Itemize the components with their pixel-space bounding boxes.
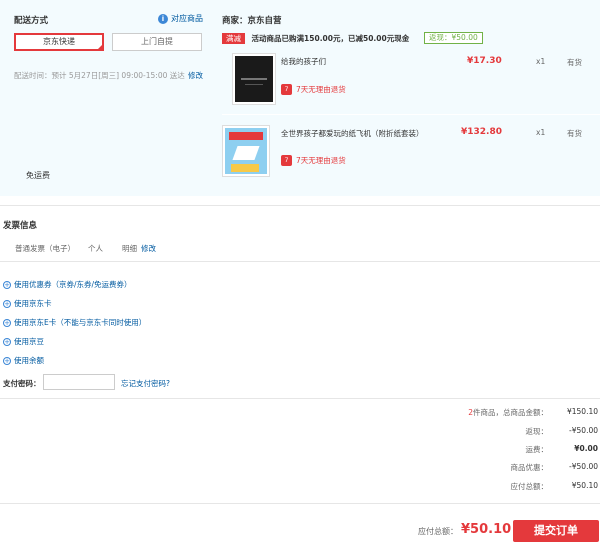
book-cover-dark xyxy=(235,56,273,102)
ship-option-self-pickup[interactable]: 上门自提 xyxy=(112,33,202,51)
option-label: 使用优惠券（京券/东券/免运费券） xyxy=(14,280,132,289)
use-jd-card-option[interactable]: + 使用京东卡 xyxy=(3,298,52,309)
forgot-password-link[interactable]: 忘记支付密码? xyxy=(121,378,170,389)
freight-value: ¥0.00 xyxy=(574,444,598,453)
section-divider xyxy=(0,503,600,504)
discount-value: -¥50.00 xyxy=(569,462,598,471)
invoice-type: 普通发票（电子） xyxy=(15,244,75,253)
refund-label: 7天无理由退货 xyxy=(296,156,346,165)
plus-circle-icon: + xyxy=(3,319,11,327)
pay-password-label: 支付密码： xyxy=(3,379,41,388)
payable-value: ¥50.10 xyxy=(571,481,598,490)
product-divider xyxy=(222,114,600,115)
use-jd-beans-option[interactable]: + 使用京豆 xyxy=(3,336,44,347)
summary-discount-row: 商品优惠： -¥50.00 xyxy=(0,462,600,479)
freight-label: 运费： xyxy=(525,445,549,454)
savings-tag: 返现：¥50.00 xyxy=(424,32,483,44)
cover-plane-shape xyxy=(232,146,260,160)
summary-freight-row: 运费： ¥0.00 xyxy=(0,444,600,461)
product-name[interactable]: 给我的孩子们 xyxy=(281,56,326,67)
submit-order-button[interactable]: 提交订单 xyxy=(513,520,599,542)
product-stock: 有货 xyxy=(567,129,582,138)
plus-circle-icon: + xyxy=(3,281,11,289)
option-label: 使用京东E卡（不能与京东卡同时使用） xyxy=(14,318,147,327)
use-ecard-option[interactable]: + 使用京东E卡（不能与京东卡同时使用） xyxy=(3,317,146,328)
option-label: 使用京东卡 xyxy=(14,299,52,308)
discount-label: 商品优惠： xyxy=(510,463,549,472)
refund-icon: 7 xyxy=(281,84,292,95)
section-divider xyxy=(0,398,600,399)
pay-password-input[interactable] xyxy=(43,374,115,390)
delivery-title: 配送方式 xyxy=(14,16,49,26)
product-image[interactable] xyxy=(222,125,270,177)
match-products-link[interactable]: i 对应商品 xyxy=(158,13,203,24)
check-icon: ✓ xyxy=(97,40,102,46)
shop-panel: 商家：京东自营 满减 活动商品已购满150.00元，已减50.00元现金 返现：… xyxy=(222,0,600,196)
product-qty: x1 xyxy=(536,57,546,66)
ship-option-label: 京东快递 xyxy=(43,37,75,46)
plus-circle-icon: + xyxy=(3,300,11,308)
product-price: ¥17.30 xyxy=(467,56,502,66)
invoice-modify-link[interactable]: 修改 xyxy=(141,243,156,254)
use-balance-option[interactable]: + 使用余额 xyxy=(3,355,44,366)
refund-policy: 7 7天无理由退货 xyxy=(281,155,346,166)
freight-note: 免运费 xyxy=(26,171,50,180)
plus-circle-icon: + xyxy=(3,338,11,346)
cover-title-band xyxy=(229,132,263,140)
goods-count-label: 2件商品，总商品金额： xyxy=(468,407,548,418)
plus-circle-icon: + xyxy=(3,357,11,365)
payable-label: 应付总额： xyxy=(510,482,549,491)
footer-total-label: 应付总额： xyxy=(418,527,458,536)
refund-label: 7天无理由退货 xyxy=(296,85,346,94)
delivery-time: 配送时间：预计 5月27日[周三] 09:00-15:00 送达 xyxy=(14,71,185,80)
merchant-name: 商家：京东自营 xyxy=(222,16,282,26)
rebate-value: -¥50.00 xyxy=(569,426,598,435)
option-label: 使用余额 xyxy=(14,356,44,365)
product-image[interactable] xyxy=(232,53,276,105)
delivery-time-modify-link[interactable]: 修改 xyxy=(188,70,203,81)
ship-option-label: 上门自提 xyxy=(141,37,173,46)
summary-goods-row: 2件商品，总商品金额： ¥150.10 xyxy=(0,407,600,424)
promo-row: 满减 活动商品已购满150.00元，已减50.00元现金 xyxy=(222,33,409,44)
section-divider xyxy=(0,205,600,206)
product-price: ¥132.80 xyxy=(461,127,502,137)
summary-rebate-row: 返现： -¥50.00 xyxy=(0,426,600,443)
promo-text: 活动商品已购满150.00元，已减50.00元现金 xyxy=(251,34,410,43)
invoice-detail: 明细 xyxy=(122,244,137,253)
cover-subtitle-line xyxy=(245,84,263,85)
cover-bottom-band xyxy=(231,164,259,172)
goods-total-label: 件商品，总商品金额： xyxy=(473,408,548,417)
refund-policy: 7 7天无理由退货 xyxy=(281,84,346,95)
info-icon: i xyxy=(158,13,168,24)
delivery-panel: 配送方式 i 对应商品 京东快递 ✓ 上门自提 配送时间：预计 5月27日[周三]… xyxy=(0,0,210,196)
use-coupon-option[interactable]: + 使用优惠券（京券/东券/免运费券） xyxy=(3,279,132,290)
ship-option-jd-express[interactable]: 京东快递 ✓ xyxy=(14,33,104,51)
product-name[interactable]: 全世界孩子都爱玩的纸飞机（附折纸套装） xyxy=(281,128,424,139)
rebate-label: 返现： xyxy=(525,427,549,436)
cover-title-line xyxy=(241,78,267,80)
refund-icon: 7 xyxy=(281,155,292,166)
invoice-title: 发票信息 xyxy=(3,221,38,231)
summary-payable-row: 应付总额： ¥50.10 xyxy=(0,481,600,498)
footer-total: ¥50.10 xyxy=(461,522,512,537)
promo-tag: 满减 xyxy=(222,33,245,44)
option-label: 使用京豆 xyxy=(14,337,44,346)
goods-total: ¥150.10 xyxy=(566,407,598,416)
product-qty: x1 xyxy=(536,128,546,137)
match-products-label: 对应商品 xyxy=(171,14,203,23)
section-divider xyxy=(0,261,600,262)
book-cover-blue xyxy=(225,128,267,174)
product-stock: 有货 xyxy=(567,58,582,67)
invoice-person: 个人 xyxy=(88,244,103,253)
